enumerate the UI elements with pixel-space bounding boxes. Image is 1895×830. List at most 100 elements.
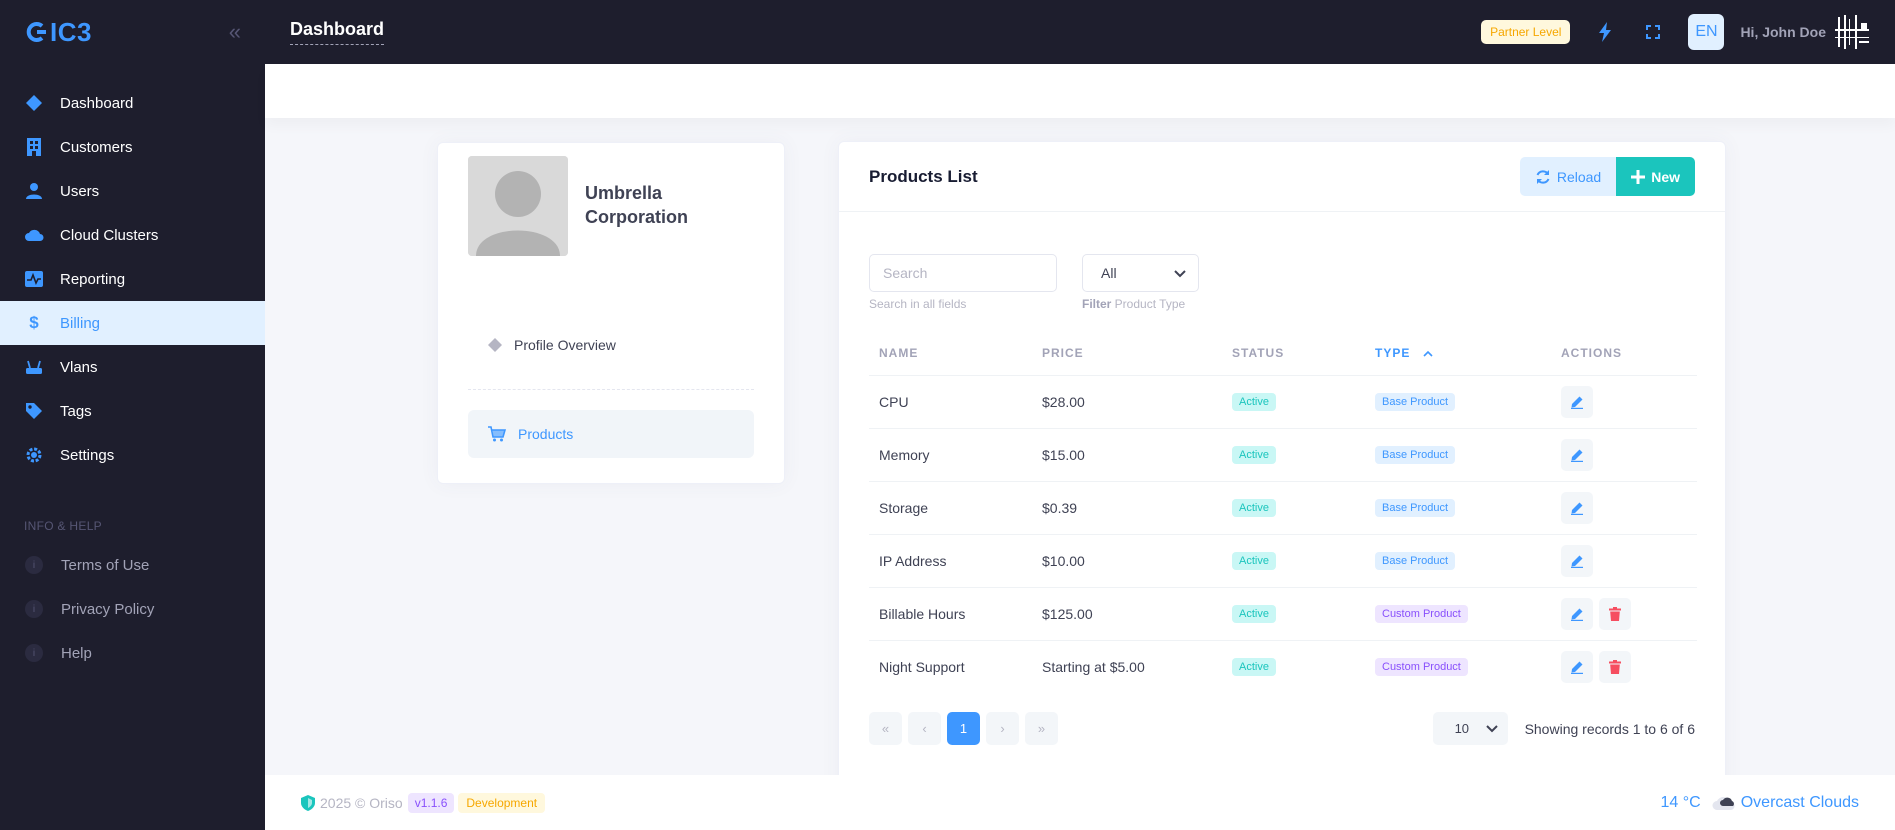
temperature-text: 14 °C bbox=[1660, 793, 1701, 811]
edit-button[interactable] bbox=[1561, 385, 1593, 418]
router-icon bbox=[24, 357, 44, 377]
cell-actions bbox=[1551, 428, 1697, 482]
column-header-status[interactable]: Status bbox=[1222, 331, 1365, 376]
customer-profile-card: Umbrella Corporation Profile Overview Pr… bbox=[437, 142, 785, 484]
sidebar-item-cloud-clusters[interactable]: Cloud Clusters bbox=[0, 213, 265, 257]
sidebar-item-tags[interactable]: Tags bbox=[0, 389, 265, 433]
status-badge: Active bbox=[1232, 658, 1276, 677]
current-page-button[interactable]: 1 bbox=[947, 712, 980, 745]
sidebar-item-customers[interactable]: Customers bbox=[0, 125, 265, 169]
search-filter: Search in all fields bbox=[869, 254, 1057, 311]
refresh-icon bbox=[1535, 169, 1551, 185]
profile-nav-label: Profile Overview bbox=[514, 337, 616, 353]
profile-overview-link[interactable]: Profile Overview bbox=[468, 321, 754, 369]
products-table-body: CPU $28.00 Active Base Product Memory $15.00 A… bbox=[869, 375, 1697, 693]
column-header-price[interactable]: Price bbox=[1032, 331, 1222, 376]
sidebar-item-label: Users bbox=[60, 182, 100, 200]
user-avatar[interactable] bbox=[1834, 14, 1870, 50]
type-badge: Custom Product bbox=[1375, 658, 1468, 677]
profile-nav: Profile Overview Products bbox=[468, 321, 754, 458]
weather-widget: 14 °C Overcast Clouds bbox=[1661, 794, 1859, 812]
new-product-button[interactable]: New bbox=[1616, 157, 1695, 196]
cell-actions bbox=[1551, 375, 1697, 429]
status-badge: Active bbox=[1232, 393, 1276, 411]
top-header: Dashboard Partner Level EN Hi, John Doe bbox=[265, 0, 1895, 64]
status-badge: Active bbox=[1232, 446, 1276, 464]
last-page-button[interactable]: » bbox=[1025, 712, 1058, 745]
diamond-icon bbox=[488, 338, 502, 352]
edit-button[interactable] bbox=[1561, 597, 1593, 630]
sidebar-item-reporting[interactable]: Reporting bbox=[0, 257, 265, 301]
reload-button[interactable]: Reload bbox=[1519, 157, 1617, 196]
sidebar-item-users[interactable]: Users bbox=[0, 169, 265, 213]
cell-actions bbox=[1551, 587, 1697, 641]
sidebar-item-vlans[interactable]: Vlans bbox=[0, 345, 265, 389]
tag-icon bbox=[24, 401, 44, 421]
sidebar-brand: IC3 « bbox=[0, 0, 265, 64]
sidebar-item-label: Reporting bbox=[60, 270, 126, 288]
cell-type: Base Product bbox=[1365, 375, 1551, 429]
info-icon: i bbox=[25, 556, 43, 574]
sidebar-item-label: Settings bbox=[60, 446, 115, 464]
edit-button[interactable] bbox=[1561, 544, 1593, 577]
fullscreen-icon[interactable] bbox=[1640, 19, 1666, 45]
column-header-type[interactable]: Type bbox=[1365, 331, 1551, 376]
collapse-sidebar-icon[interactable]: « bbox=[229, 19, 241, 45]
type-badge: Custom Product bbox=[1375, 605, 1468, 623]
sidebar-item-settings[interactable]: Settings bbox=[0, 433, 265, 477]
table-row: IP Address $10.00 Active Base Product bbox=[869, 534, 1697, 588]
new-label: New bbox=[1651, 168, 1680, 185]
pagination: « ‹ 1 › » bbox=[869, 712, 1064, 745]
column-header-type-label: Type bbox=[1375, 345, 1411, 360]
cell-price: $125.00 bbox=[1032, 587, 1222, 641]
delete-button[interactable] bbox=[1599, 650, 1631, 683]
profile-header: Umbrella Corporation bbox=[468, 156, 754, 256]
dollar-icon: $ bbox=[29, 313, 39, 332]
sidebar-item-privacy[interactable]: i Privacy Policy bbox=[0, 587, 265, 631]
sidebar-item-dashboard[interactable]: Dashboard bbox=[0, 81, 265, 125]
edit-icon bbox=[1570, 660, 1584, 674]
prev-page-button[interactable]: ‹ bbox=[908, 712, 941, 745]
column-header-name[interactable]: Name bbox=[869, 331, 1032, 376]
info-icon: i bbox=[25, 600, 43, 618]
edit-button[interactable] bbox=[1561, 491, 1593, 524]
cell-status: Active bbox=[1222, 481, 1365, 535]
edit-button[interactable] bbox=[1561, 650, 1593, 683]
sidebar-item-label: Terms of Use bbox=[61, 556, 150, 574]
footer-left: 2025 © Oriso v1.1.6 Development bbox=[301, 792, 546, 813]
sidebar-item-help[interactable]: i Help bbox=[0, 631, 265, 675]
table-row: Storage $0.39 Active Base Product bbox=[869, 481, 1697, 535]
language-button[interactable]: EN bbox=[1688, 14, 1725, 50]
header-toolbar: Partner Level EN Hi, John Doe bbox=[1481, 14, 1870, 50]
version-badge: v1.1.6 bbox=[407, 792, 455, 813]
customer-name: Umbrella Corporation bbox=[585, 183, 688, 227]
trash-icon bbox=[1609, 606, 1621, 621]
edit-icon bbox=[1570, 448, 1584, 462]
type-badge: Base Product bbox=[1375, 446, 1456, 464]
sidebar-item-terms[interactable]: i Terms of Use bbox=[0, 543, 265, 587]
lightning-icon[interactable] bbox=[1592, 19, 1618, 45]
first-page-button[interactable]: « bbox=[869, 712, 902, 745]
cell-actions bbox=[1551, 481, 1697, 535]
next-page-button[interactable]: › bbox=[986, 712, 1019, 745]
edit-icon bbox=[1570, 607, 1584, 621]
products-link[interactable]: Products bbox=[468, 410, 754, 458]
delete-button[interactable] bbox=[1599, 597, 1631, 630]
product-type-select[interactable]: All bbox=[1082, 254, 1199, 292]
search-input[interactable] bbox=[869, 254, 1057, 292]
page-size-select[interactable]: 10 bbox=[1432, 712, 1508, 745]
records-summary: Showing records 1 to 6 of 6 bbox=[1524, 720, 1695, 737]
info-icon: i bbox=[25, 644, 43, 662]
sidebar-item-billing[interactable]: $ Billing bbox=[0, 301, 265, 345]
cell-status: Active bbox=[1222, 375, 1365, 429]
cell-type: Custom Product bbox=[1365, 587, 1551, 641]
sidebar-item-label: Privacy Policy bbox=[61, 600, 155, 618]
cell-name: Billable Hours bbox=[869, 587, 1032, 641]
sidebar: IC3 « Dashboard Customers Users Cloud Cl… bbox=[0, 0, 265, 830]
user-greeting[interactable]: Hi, John Doe bbox=[1740, 24, 1826, 40]
edit-button[interactable] bbox=[1561, 438, 1593, 471]
copyright-text: 2025 © Oriso bbox=[320, 794, 403, 811]
logo[interactable]: IC3 bbox=[24, 17, 92, 48]
divider bbox=[468, 389, 754, 390]
cell-status: Active bbox=[1222, 534, 1365, 588]
